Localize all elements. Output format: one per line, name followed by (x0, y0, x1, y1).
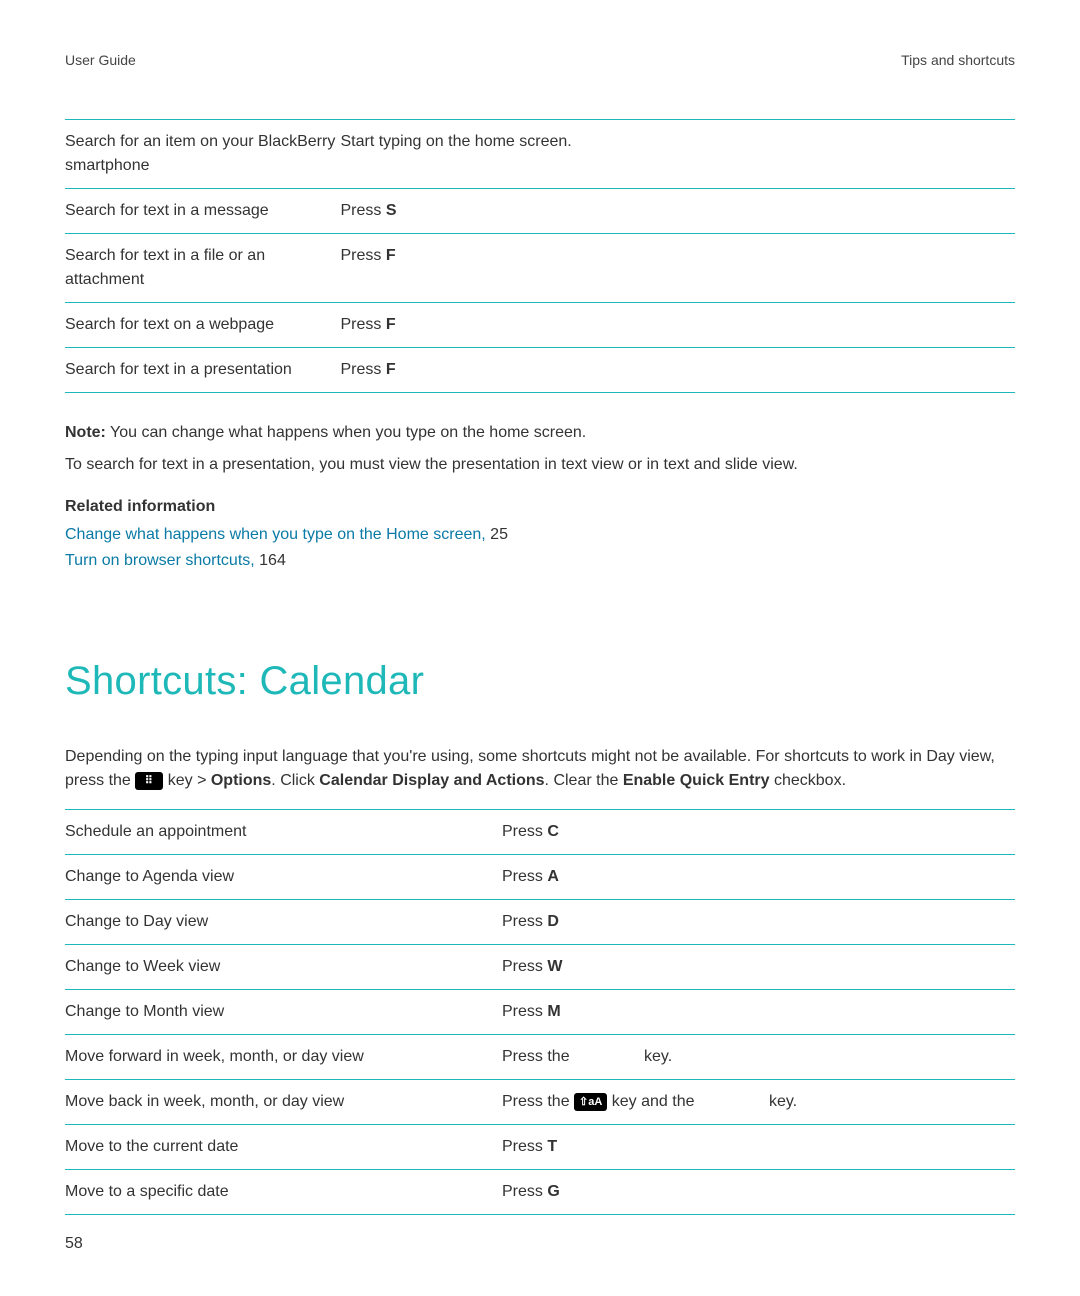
key-label: D (547, 913, 559, 930)
shortcut-instruction: Press S (341, 189, 1016, 234)
table-row: Schedule an appointmentPress C (65, 810, 1015, 855)
note-text: You can change what happens when you typ… (106, 424, 586, 441)
header-left: User Guide (65, 50, 136, 71)
header-right: Tips and shortcuts (901, 50, 1015, 71)
shortcut-instruction: Press D (502, 900, 1015, 945)
table-row: Move to a specific datePress G (65, 1170, 1015, 1215)
key-label: S (386, 202, 397, 219)
intro-eqe: Enable Quick Entry (623, 772, 770, 789)
shortcut-instruction: Press F (341, 348, 1016, 393)
shortcut-action: Move forward in week, month, or day view (65, 1035, 502, 1080)
shortcut-instruction: Press G (502, 1170, 1015, 1215)
note-line-1: Note: You can change what happens when y… (65, 421, 1015, 445)
related-link-page: 164 (255, 552, 286, 569)
shortcut-instruction: Press C (502, 810, 1015, 855)
shortcut-instruction: Press the ⇧aA key and the key. (502, 1080, 1015, 1125)
key-label: F (386, 316, 396, 333)
shortcut-action: Move to the current date (65, 1125, 502, 1170)
shortcut-instruction: Press F (341, 303, 1016, 348)
key-label: G (547, 1183, 559, 1200)
blackberry-key-icon: ⠿ (135, 772, 163, 790)
intro-cda: Calendar Display and Actions (319, 772, 544, 789)
key-label: C (547, 823, 559, 840)
related-link-row: Change what happens when you type on the… (65, 523, 1015, 547)
table-row: Search for text in a presentationPress F (65, 348, 1015, 393)
table-row: Search for text in a file or an attachme… (65, 234, 1015, 303)
table-row: Search for text in a messagePress S (65, 189, 1015, 234)
intro-part-c: key > (168, 772, 211, 789)
shortcut-action: Schedule an appointment (65, 810, 502, 855)
shortcut-action: Change to Agenda view (65, 855, 502, 900)
table-row: Change to Day viewPress D (65, 900, 1015, 945)
shortcut-action: Search for text in a file or an attachme… (65, 234, 341, 303)
shortcut-instruction: Press T (502, 1125, 1015, 1170)
shortcut-instruction: Press the key. (502, 1035, 1015, 1080)
intro-part-d: . Click (271, 772, 319, 789)
shortcut-instruction: Press M (502, 990, 1015, 1035)
table-row: Search for text on a webpagePress F (65, 303, 1015, 348)
section-title: Shortcuts: Calendar (65, 651, 1015, 711)
related-link[interactable]: Change what happens when you type on the… (65, 526, 486, 543)
table-row: Move to the current datePress T (65, 1125, 1015, 1170)
note-label: Note: (65, 424, 106, 441)
calendar-shortcuts-table: Schedule an appointmentPress CChange to … (65, 809, 1015, 1215)
shortcut-instruction: Start typing on the home screen. (341, 120, 1016, 189)
shortcut-instruction: Press F (341, 234, 1016, 303)
intro-options: Options (211, 772, 271, 789)
shortcut-action: Change to Month view (65, 990, 502, 1035)
table-row: Move forward in week, month, or day view… (65, 1035, 1015, 1080)
key-label: T (547, 1138, 557, 1155)
search-shortcuts-table: Search for an item on your BlackBerry sm… (65, 119, 1015, 393)
table-row: Search for an item on your BlackBerry sm… (65, 120, 1015, 189)
key-label: M (547, 1003, 560, 1020)
page-header: User Guide Tips and shortcuts (65, 50, 1015, 71)
key-label: F (386, 247, 396, 264)
table-row: Change to Week viewPress W (65, 945, 1015, 990)
shortcut-instruction: Press A (502, 855, 1015, 900)
shift-key-icon: ⇧aA (574, 1093, 607, 1111)
table-row: Change to Agenda viewPress A (65, 855, 1015, 900)
note-block: Note: You can change what happens when y… (65, 421, 1015, 477)
shortcut-action: Move back in week, month, or day view (65, 1080, 502, 1125)
intro-part-f: checkbox. (770, 772, 846, 789)
table-row: Change to Month viewPress M (65, 990, 1015, 1035)
table-row: Move back in week, month, or day viewPre… (65, 1080, 1015, 1125)
note-line-2: To search for text in a presentation, yo… (65, 453, 1015, 477)
key-label: W (547, 958, 562, 975)
shortcut-action: Change to Week view (65, 945, 502, 990)
key-label: F (386, 361, 396, 378)
shortcut-action: Search for an item on your BlackBerry sm… (65, 120, 341, 189)
key-label: A (547, 868, 559, 885)
related-information: Related information Change what happens … (65, 495, 1015, 573)
shortcut-action: Search for text on a webpage (65, 303, 341, 348)
shortcut-action: Search for text in a message (65, 189, 341, 234)
intro-part-a: Depending on the typing input language t… (65, 748, 926, 765)
related-link-page: 25 (486, 526, 508, 543)
shortcut-action: Move to a specific date (65, 1170, 502, 1215)
shortcut-action: Change to Day view (65, 900, 502, 945)
calendar-intro: Depending on the typing input language t… (65, 745, 1015, 793)
related-link[interactable]: Turn on browser shortcuts, (65, 552, 255, 569)
related-heading: Related information (65, 495, 1015, 519)
intro-part-e: . Clear the (545, 772, 623, 789)
page-number: 58 (65, 1232, 83, 1256)
shortcut-action: Search for text in a presentation (65, 348, 341, 393)
shortcut-instruction: Press W (502, 945, 1015, 990)
related-link-row: Turn on browser shortcuts, 164 (65, 549, 1015, 573)
